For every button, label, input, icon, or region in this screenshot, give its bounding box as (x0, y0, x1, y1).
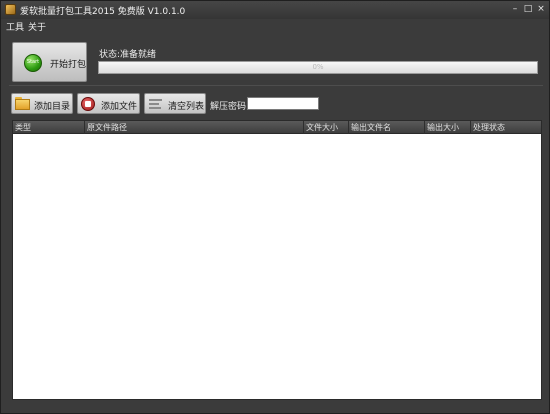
add-file-button[interactable]: 添加文件 (77, 93, 140, 114)
start-pack-button[interactable]: Start 开始打包 (12, 42, 87, 82)
add-file-label: 添加文件 (101, 102, 138, 112)
folder-icon (15, 97, 30, 110)
start-pack-label: 开始打包 (50, 60, 87, 70)
password-input[interactable] (247, 97, 319, 110)
column-header-status[interactable]: 处理状态 (470, 121, 541, 134)
column-header-type[interactable]: 类型 (13, 121, 84, 134)
column-header-source-path[interactable]: 原文件路径 (84, 121, 303, 134)
column-header-file-size[interactable]: 文件大小 (303, 121, 348, 134)
password-label: 解压密码 (210, 102, 247, 112)
maximize-button[interactable]: □ (522, 3, 534, 15)
column-header-output-size[interactable]: 输出大小 (424, 121, 470, 134)
add-directory-button[interactable]: 添加目录 (11, 93, 73, 114)
column-header-output-name[interactable]: 输出文件名 (348, 121, 424, 134)
app-window: 爱软批量打包工具2015 免费版 V1.0.1.0 – □ × 工具 关于 St… (0, 0, 550, 414)
start-icon-text: Start (26, 59, 40, 65)
list-icon (149, 98, 162, 110)
menu-about[interactable]: 关于 (28, 20, 46, 33)
progress-text: 0% (312, 63, 324, 71)
table-header: 类型 原文件路径 文件大小 输出文件名 输出大小 处理状态 (13, 121, 541, 134)
menu-bar: 工具 关于 (1, 19, 549, 33)
clear-list-label: 清空列表 (168, 102, 205, 112)
file-table[interactable]: 类型 原文件路径 文件大小 输出文件名 输出大小 处理状态 (12, 120, 542, 400)
status-text: 状态:准备就绪 (99, 50, 157, 60)
title-bar[interactable]: 爱软批量打包工具2015 免费版 V1.0.1.0 – □ × (1, 1, 549, 19)
start-icon: Start (24, 54, 42, 72)
app-icon (5, 4, 16, 15)
window-title: 爱软批量打包工具2015 免费版 V1.0.1.0 (20, 7, 186, 17)
divider (9, 85, 543, 86)
close-button[interactable]: × (535, 3, 547, 15)
minimize-button[interactable]: – (509, 3, 521, 15)
clear-list-button[interactable]: 清空列表 (144, 93, 206, 114)
file-icon (81, 97, 95, 111)
add-directory-label: 添加目录 (34, 102, 71, 112)
menu-tools[interactable]: 工具 (6, 20, 24, 33)
progress-bar: 0% (98, 61, 538, 74)
